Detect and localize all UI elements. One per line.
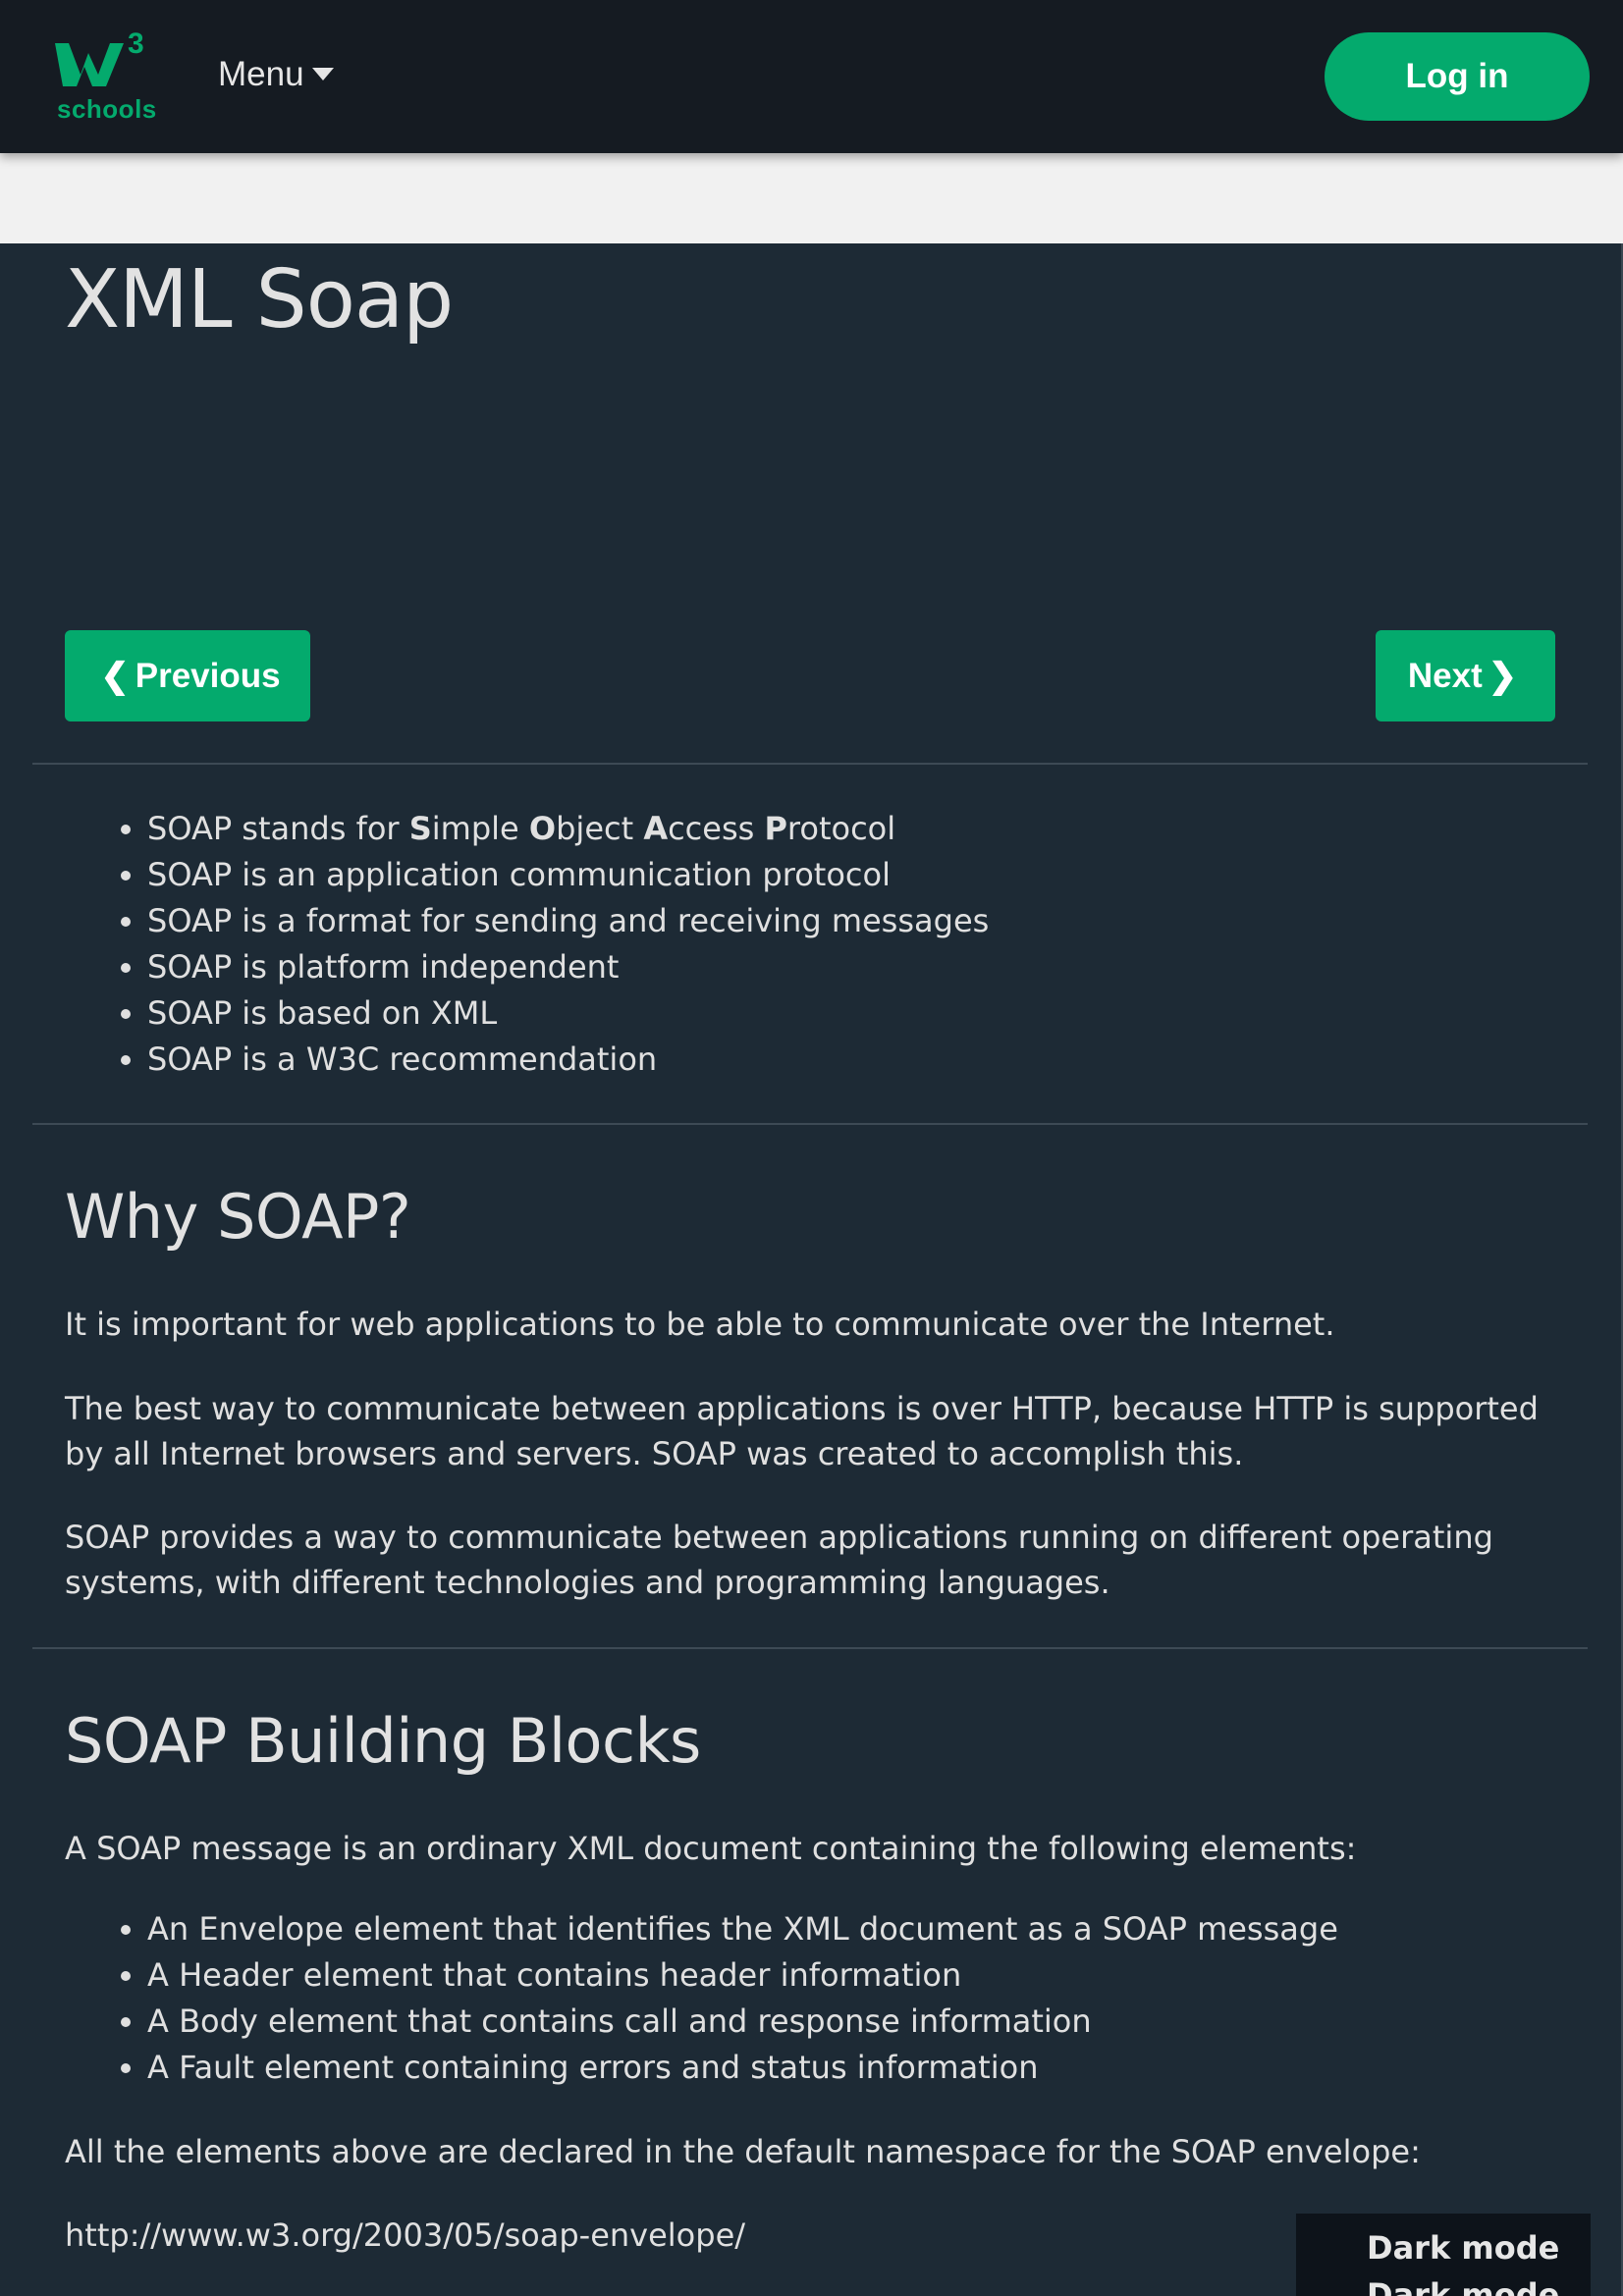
login-button[interactable]: Log in [1325,32,1590,121]
list-item: A Fault element containing errors and st… [147,2045,1338,2091]
list-item: SOAP stands for Simple Object Access Pro… [147,806,989,852]
w3-logo-icon [55,43,124,86]
list-item: A Body element that contains call and re… [147,1999,1338,2045]
intro-list: SOAP stands for Simple Object Access Pro… [65,806,989,1083]
list-item: An Envelope element that identifies the … [147,1906,1338,1952]
list-item: A Header element that contains header in… [147,1952,1338,1999]
paragraph: The best way to communicate between appl… [65,1390,1539,1472]
page-title: XML Soap [65,253,454,347]
divider [32,1647,1588,1649]
menu-button[interactable]: Menu [218,55,334,94]
previous-label: Previous [135,656,281,695]
caret-down-icon [311,68,334,80]
divider [32,1123,1588,1125]
paragraph: All the elements above are declared in t… [65,2133,1421,2170]
paragraph: A SOAP message is an ordinary XML docume… [65,1830,1357,1867]
list-item: SOAP is a W3C recommendation [147,1037,989,1083]
divider [32,763,1588,765]
paragraph: It is important for web applications to … [65,1306,1335,1343]
dark-mode-label-repeat: Dark mode [1367,2276,1560,2296]
logo-superscript: 3 [128,27,144,60]
paragraph: SOAP provides a way to communicate betwe… [65,1519,1493,1601]
building-blocks-list: An Envelope element that identifies the … [65,1906,1338,2091]
next-button[interactable]: Next ❯ [1376,630,1555,721]
w3schools-logo[interactable]: 3 schools [55,27,156,126]
list-item: SOAP is platform independent [147,944,989,990]
chevron-left-icon: ❮ [100,656,130,695]
list-item: SOAP is a format for sending and receivi… [147,898,989,944]
section-heading-building-blocks: SOAP Building Blocks [65,1705,701,1777]
list-item: SOAP is an application communication pro… [147,852,989,898]
list-item: SOAP is based on XML [147,990,989,1037]
previous-button[interactable]: ❮ Previous [65,630,310,721]
logo-text: schools [57,94,157,124]
chevron-right-icon: ❯ [1488,656,1518,695]
top-navbar: 3 schools Menu Log in [0,0,1623,153]
dark-mode-toggle[interactable]: Dark mode Dark mode [1296,2214,1591,2296]
next-label: Next [1407,656,1483,695]
menu-label: Menu [218,55,304,93]
section-heading-why-soap: Why SOAP? [65,1181,411,1253]
dark-mode-label: Dark mode [1367,2229,1560,2267]
ad-banner-space [0,153,1623,243]
